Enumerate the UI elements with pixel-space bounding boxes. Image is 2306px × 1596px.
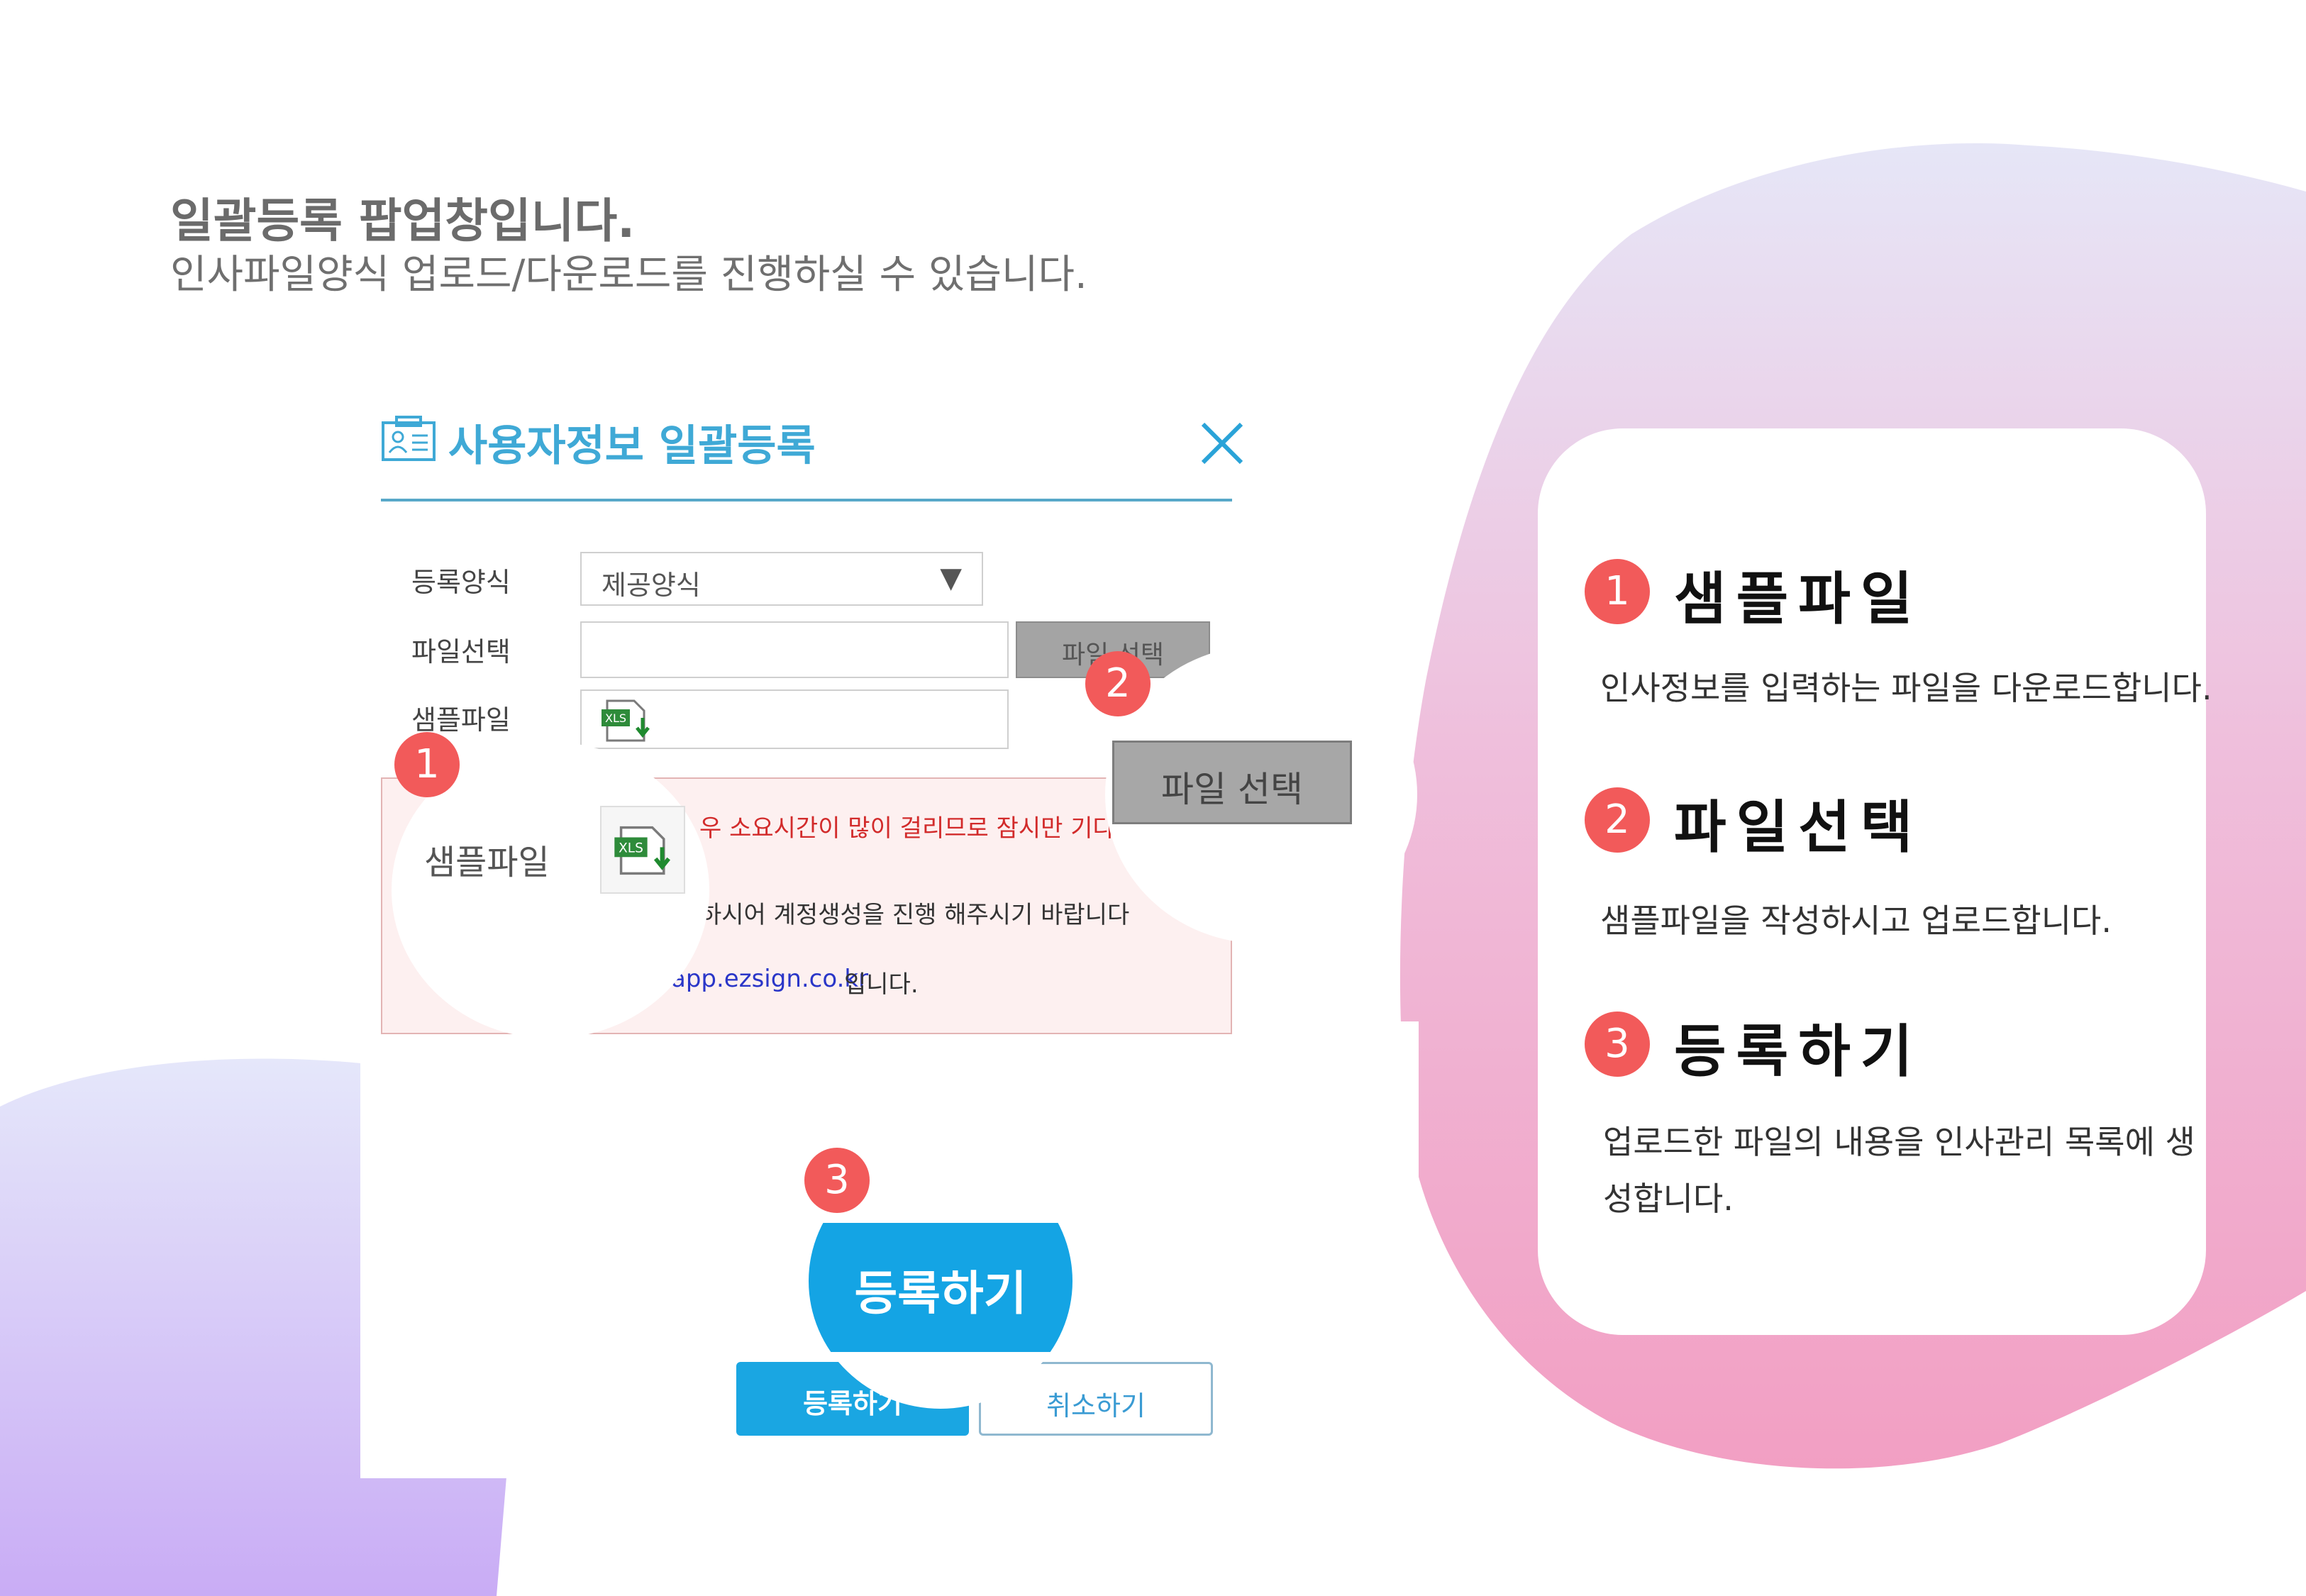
badge-3: 3 xyxy=(804,1148,870,1213)
sample-zoom-icon-box: XLS xyxy=(600,806,685,894)
badge-2: 2 xyxy=(1085,651,1151,716)
sample-file-label: 샘플파일 xyxy=(411,704,511,736)
format-label: 등록양식 xyxy=(411,567,511,598)
xls-download-icon[interactable]: XLS xyxy=(613,819,675,882)
page-subheading: 인사파일양식 업로드/다운로드를 진행하실 수 있습니다. xyxy=(170,252,1087,298)
format-select-value: 제공양식 xyxy=(602,570,701,601)
step-1-title: 샘플파일 xyxy=(1674,566,1923,632)
step-2-title: 파일선택 xyxy=(1674,794,1923,860)
step-3-desc-line2: 성합니다. xyxy=(1603,1180,1734,1218)
popup-header-divider xyxy=(381,499,1232,501)
register-zoom-label: 등록하기 xyxy=(854,1266,1027,1321)
step-3-badge: 3 xyxy=(1585,1012,1650,1077)
page-heading: 일괄등록 팝업창입니다. xyxy=(170,194,636,248)
sample-zoom-label: 샘플파일 xyxy=(424,843,550,882)
svg-text:XLS: XLS xyxy=(605,711,626,725)
file-select-zoom-button[interactable]: 파일 선택 xyxy=(1112,741,1352,824)
step-2-desc: 샘플파일을 작성하시고 업로드합니다. xyxy=(1600,902,2112,940)
notice-line-2: …하시어 계정생성을 진행 해주시기 바랍니다 xyxy=(675,901,1130,929)
badge-1: 1 xyxy=(394,732,460,797)
file-select-label: 파일선택 xyxy=(411,636,511,667)
step-3-title: 등록하기 xyxy=(1674,1019,1923,1085)
notice-line-1: …우 소요시간이 많이 걸리므로 잠시만 기다 xyxy=(675,814,1115,843)
svg-text:XLS: XLS xyxy=(619,841,643,855)
step-2-badge: 2 xyxy=(1585,787,1650,853)
step-1-desc: 인사정보를 입력하는 파일을 다운로드합니다. xyxy=(1600,669,2212,707)
file-select-zoom-label: 파일 선택 xyxy=(1161,769,1303,810)
format-select[interactable]: 제공양식 ▼ xyxy=(580,552,983,606)
close-icon[interactable] xyxy=(1199,420,1246,467)
file-path-input[interactable] xyxy=(580,621,1009,678)
step-1-badge: 1 xyxy=(1585,559,1650,624)
popup-title: 사용자정보 일괄등록 xyxy=(448,421,816,471)
sample-file-box: XLS xyxy=(580,689,1009,749)
user-card-icon xyxy=(382,416,436,461)
step-3-desc-line1: 업로드한 파일의 내용을 인사관리 목록에 생 xyxy=(1603,1123,2195,1161)
xls-download-icon[interactable]: XLS xyxy=(600,698,654,743)
notice-link[interactable]: app.ezsign.co.kr xyxy=(671,965,868,993)
notice-link-suffix: 입니다. xyxy=(844,970,919,999)
chevron-down-icon: ▼ xyxy=(940,562,962,594)
